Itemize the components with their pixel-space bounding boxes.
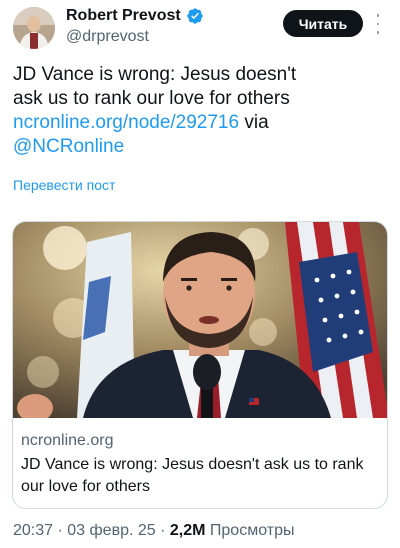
mention-link[interactable]: @NCRonline (13, 136, 124, 157)
author-display-name[interactable]: Robert Prevost (66, 6, 181, 26)
card-title: JD Vance is wrong: Jesus doesn't ask us … (21, 456, 364, 495)
tweet-text: JD Vance is wrong: Jesus doesn't ask us … (13, 63, 393, 159)
translate-post-link[interactable]: Перевести пост (13, 176, 115, 194)
tweet-text-line-1: JD Vance is wrong: Jesus doesn't (13, 64, 297, 85)
tweet-mention-line: @NCRonline (13, 135, 393, 159)
tweet-meta: 20:37 · 03 февр. 25 · 2,2M Просмотры (13, 521, 294, 541)
card-domain: ncronline.org (21, 432, 114, 449)
verified-badge-icon (186, 7, 204, 25)
meta-separator: · (53, 522, 68, 539)
meta-separator-2: · (155, 522, 170, 539)
avatar-photo (13, 7, 55, 49)
via-text: via (239, 112, 269, 133)
author-avatar[interactable] (13, 7, 55, 49)
author-name-row[interactable]: Robert Prevost (66, 6, 204, 26)
follow-button[interactable]: Читать (283, 10, 363, 37)
views-count: 2,2M (169, 522, 206, 539)
tweet-text-line-2: ask us to rank our love for others (13, 88, 290, 109)
link-preview-card[interactable]: ncronline.org JD Vance is wrong: Jesus d… (12, 221, 388, 509)
tweet-time[interactable]: 20:37 (13, 522, 53, 539)
article-photo[interactable] (13, 222, 387, 418)
tweet-link-line: ncronline.org/node/292716 via (13, 111, 393, 135)
more-vertical-icon[interactable] (374, 14, 382, 34)
author-handle[interactable]: @drprevost (66, 27, 149, 47)
views-label: Просмотры (205, 522, 295, 539)
article-link[interactable]: ncronline.org/node/292716 (13, 112, 239, 133)
tweet-date[interactable]: 03 февр. 25 (67, 522, 155, 539)
